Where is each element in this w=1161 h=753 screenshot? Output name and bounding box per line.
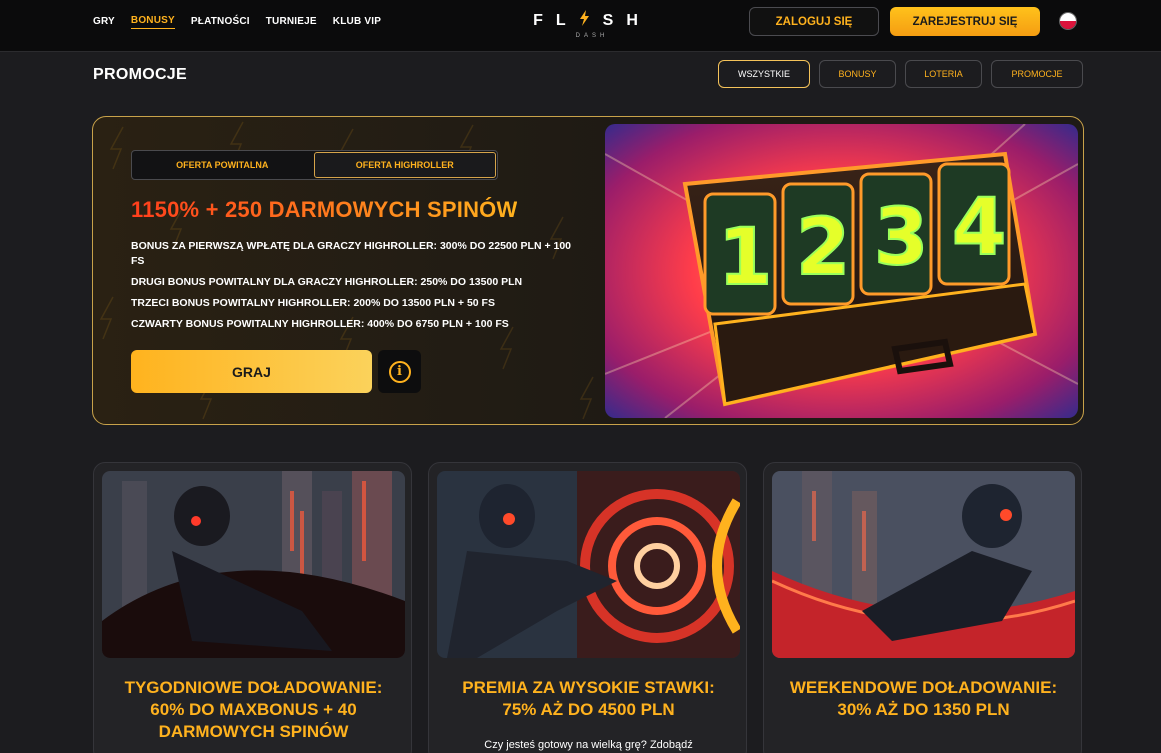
tab-highroller-offer[interactable]: OFERTA HIGHROLLER — [313, 152, 496, 178]
register-button[interactable]: ZAREJESTRUJ SIĘ — [890, 7, 1040, 36]
logo-word-right: SH — [602, 11, 651, 29]
offer-tabs: OFERTA POWITALNA OFERTA HIGHROLLER — [131, 150, 498, 180]
promo-card-image — [772, 471, 1075, 658]
promo-card-title: PREMIA ZA WYSOKIE STAWKI: 75% AŻ DO 4500… — [462, 678, 715, 719]
tab-welcome-offer[interactable]: OFERTA POWITALNA — [132, 151, 313, 179]
bonus-line: BONUS ZA PIERWSZĄ WPŁATĘ DLA GRACZY HIGH… — [131, 240, 572, 267]
suitcase-digit: 1 — [718, 213, 772, 303]
filter-promotions[interactable]: PROMOCJE — [991, 60, 1083, 88]
nav-item-bonuses[interactable]: BONUSY — [130, 15, 175, 29]
poland-flag-icon[interactable] — [1059, 12, 1077, 30]
promo-card[interactable]: WEEKENDOWE DOŁADOWANIE: 30% AŻ DO 1350 P… — [763, 462, 1082, 753]
nav-item-games[interactable]: GRY — [93, 16, 115, 29]
logo-word-left: FL — [533, 11, 579, 29]
promo-filters: WSZYSTKIE BONUSY LOTERIA PROMOCJE — [718, 60, 1083, 88]
hero-bonus-list: BONUS ZA PIERWSZĄ WPŁATĘ DLA GRACZY HIGH… — [131, 239, 581, 338]
hero-offer-card: OFERTA POWITALNA OFERTA HIGHROLLER 1150%… — [92, 116, 1084, 425]
logo-subtitle: DASH — [575, 33, 609, 39]
promo-card-title: TYGODNIOWE DOŁADOWANIE: 60% DO MAXBONUS … — [124, 678, 383, 741]
suitcase-digit: 2 — [796, 203, 850, 293]
bonus-line: TRZECI BONUS POWITALNY HIGHROLLER: 200% … — [131, 297, 495, 309]
promo-card[interactable]: PREMIA ZA WYSOKIE STAWKI: 75% AŻ DO 4500… — [428, 462, 747, 753]
top-header: GRY BONUSY PŁATNOŚCI TURNIEJE KLUB VIP F… — [0, 0, 1161, 52]
info-icon: i — [388, 360, 411, 383]
login-button[interactable]: ZALOGUJ SIĘ — [749, 7, 879, 36]
bonus-line: CZWARTY BONUS POWITALNY HIGHROLLER: 400%… — [131, 318, 509, 330]
promo-card-image — [102, 471, 405, 658]
main-nav: GRY BONUSY PŁATNOŚCI TURNIEJE KLUB VIP — [93, 0, 381, 44]
suitcase-digit: 3 — [874, 193, 928, 283]
promo-card-description: Czy jesteś gotowy na wielką grę? Zdobądź — [484, 739, 693, 751]
site-logo[interactable]: FL SH DASH — [533, 10, 638, 39]
nav-item-tournaments[interactable]: TURNIEJE — [266, 16, 317, 29]
hero-image-suitcase: 1 2 3 4 — [605, 124, 1078, 418]
nav-item-vip-club[interactable]: KLUB VIP — [333, 16, 381, 29]
filter-lottery[interactable]: LOTERIA — [905, 60, 982, 88]
lightning-bolt-icon — [579, 10, 590, 31]
page-title: PROMOCJE — [93, 66, 187, 83]
bonus-line: DRUGI BONUS POWITALNY DLA GRACZY HIGHROL… — [131, 276, 523, 288]
filter-bonuses[interactable]: BONUSY — [819, 60, 896, 88]
promo-card-title: WEEKENDOWE DOŁADOWANIE: 30% AŻ DO 1350 P… — [789, 678, 1058, 719]
play-button[interactable]: GRAJ — [131, 350, 372, 393]
promo-card[interactable]: TYGODNIOWE DOŁADOWANIE: 60% DO MAXBONUS … — [93, 462, 412, 753]
info-button[interactable]: i — [378, 350, 421, 393]
promo-card-image — [437, 471, 740, 658]
suitcase-digit: 4 — [952, 183, 1006, 273]
hero-title: 1150% + 250 DARMOWYCH SPINÓW — [131, 197, 518, 222]
filter-all[interactable]: WSZYSTKIE — [718, 60, 810, 88]
nav-item-payments[interactable]: PŁATNOŚCI — [191, 16, 250, 29]
